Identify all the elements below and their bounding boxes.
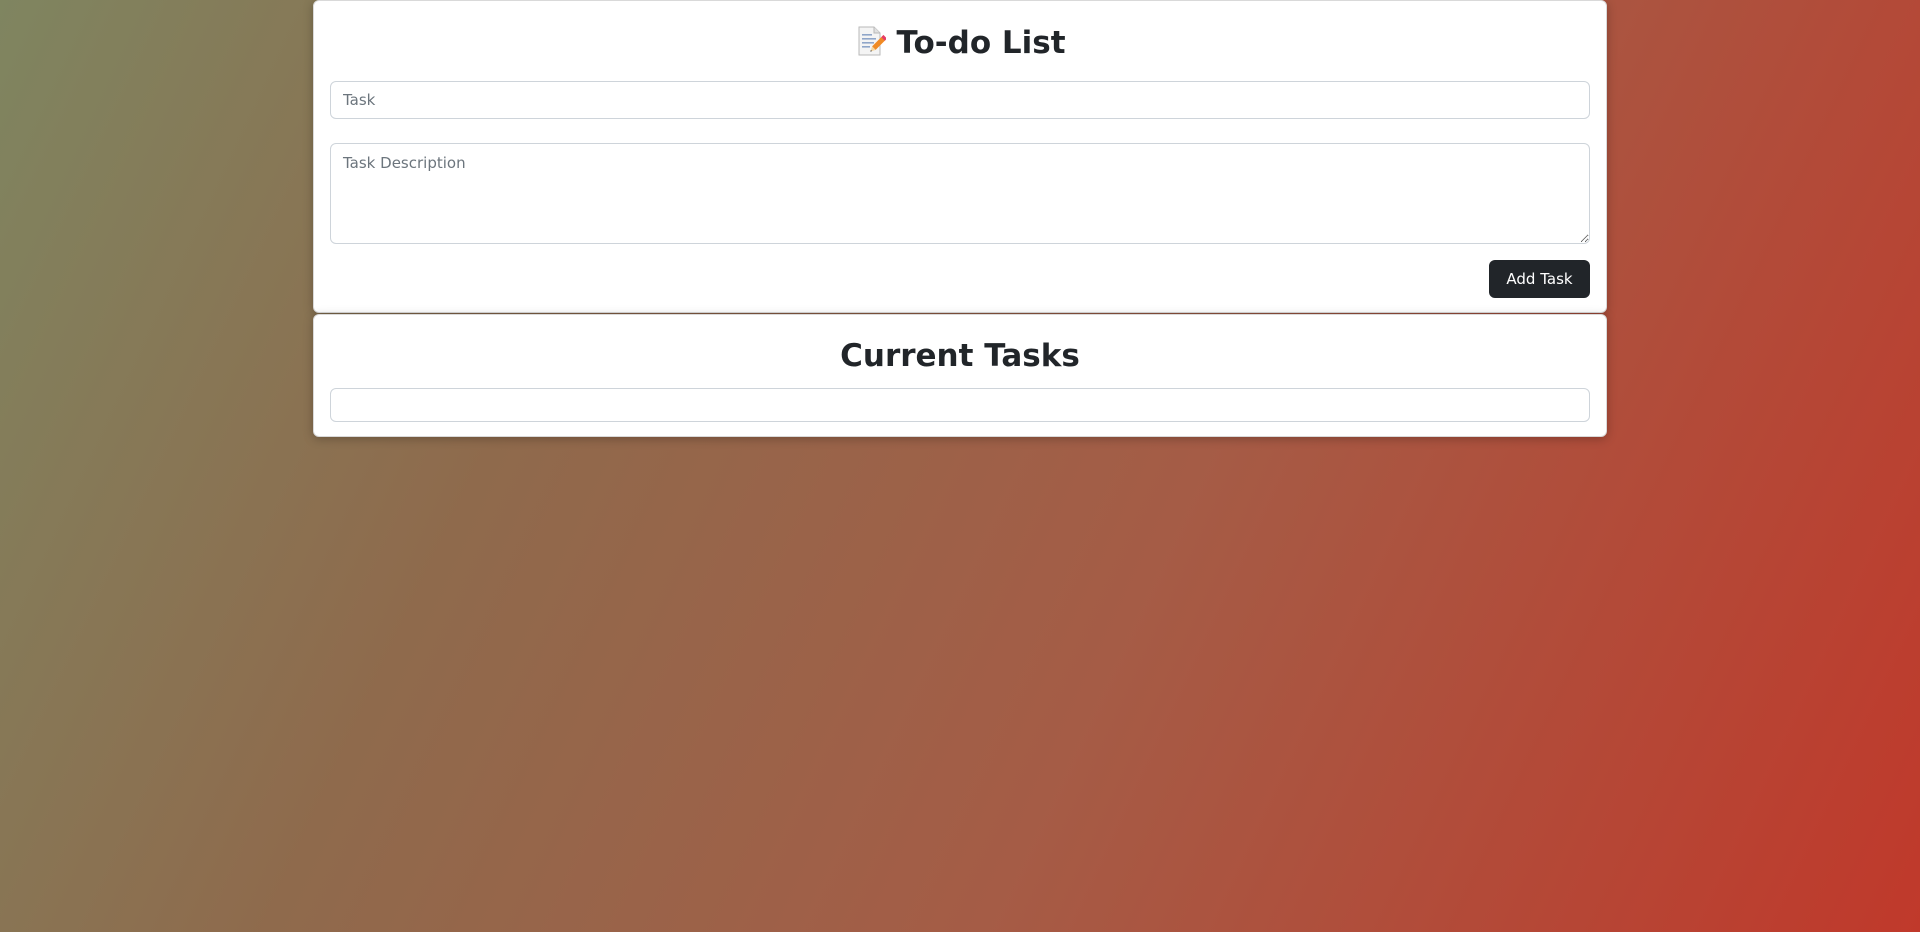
current-tasks-title: Current Tasks <box>840 338 1080 374</box>
app-container: To-do List Add Task Current Tasks <box>313 0 1607 437</box>
page-title: To-do List <box>330 1 1590 62</box>
add-task-card: To-do List Add Task <box>313 0 1607 313</box>
page-title-text: To-do List <box>896 25 1066 61</box>
current-tasks-card: Current Tasks <box>313 314 1607 437</box>
task-description-input[interactable] <box>330 143 1590 244</box>
add-task-button[interactable]: Add Task <box>1489 260 1590 298</box>
task-input[interactable] <box>330 81 1590 119</box>
task-list <box>330 388 1590 422</box>
memo-icon <box>854 25 888 57</box>
